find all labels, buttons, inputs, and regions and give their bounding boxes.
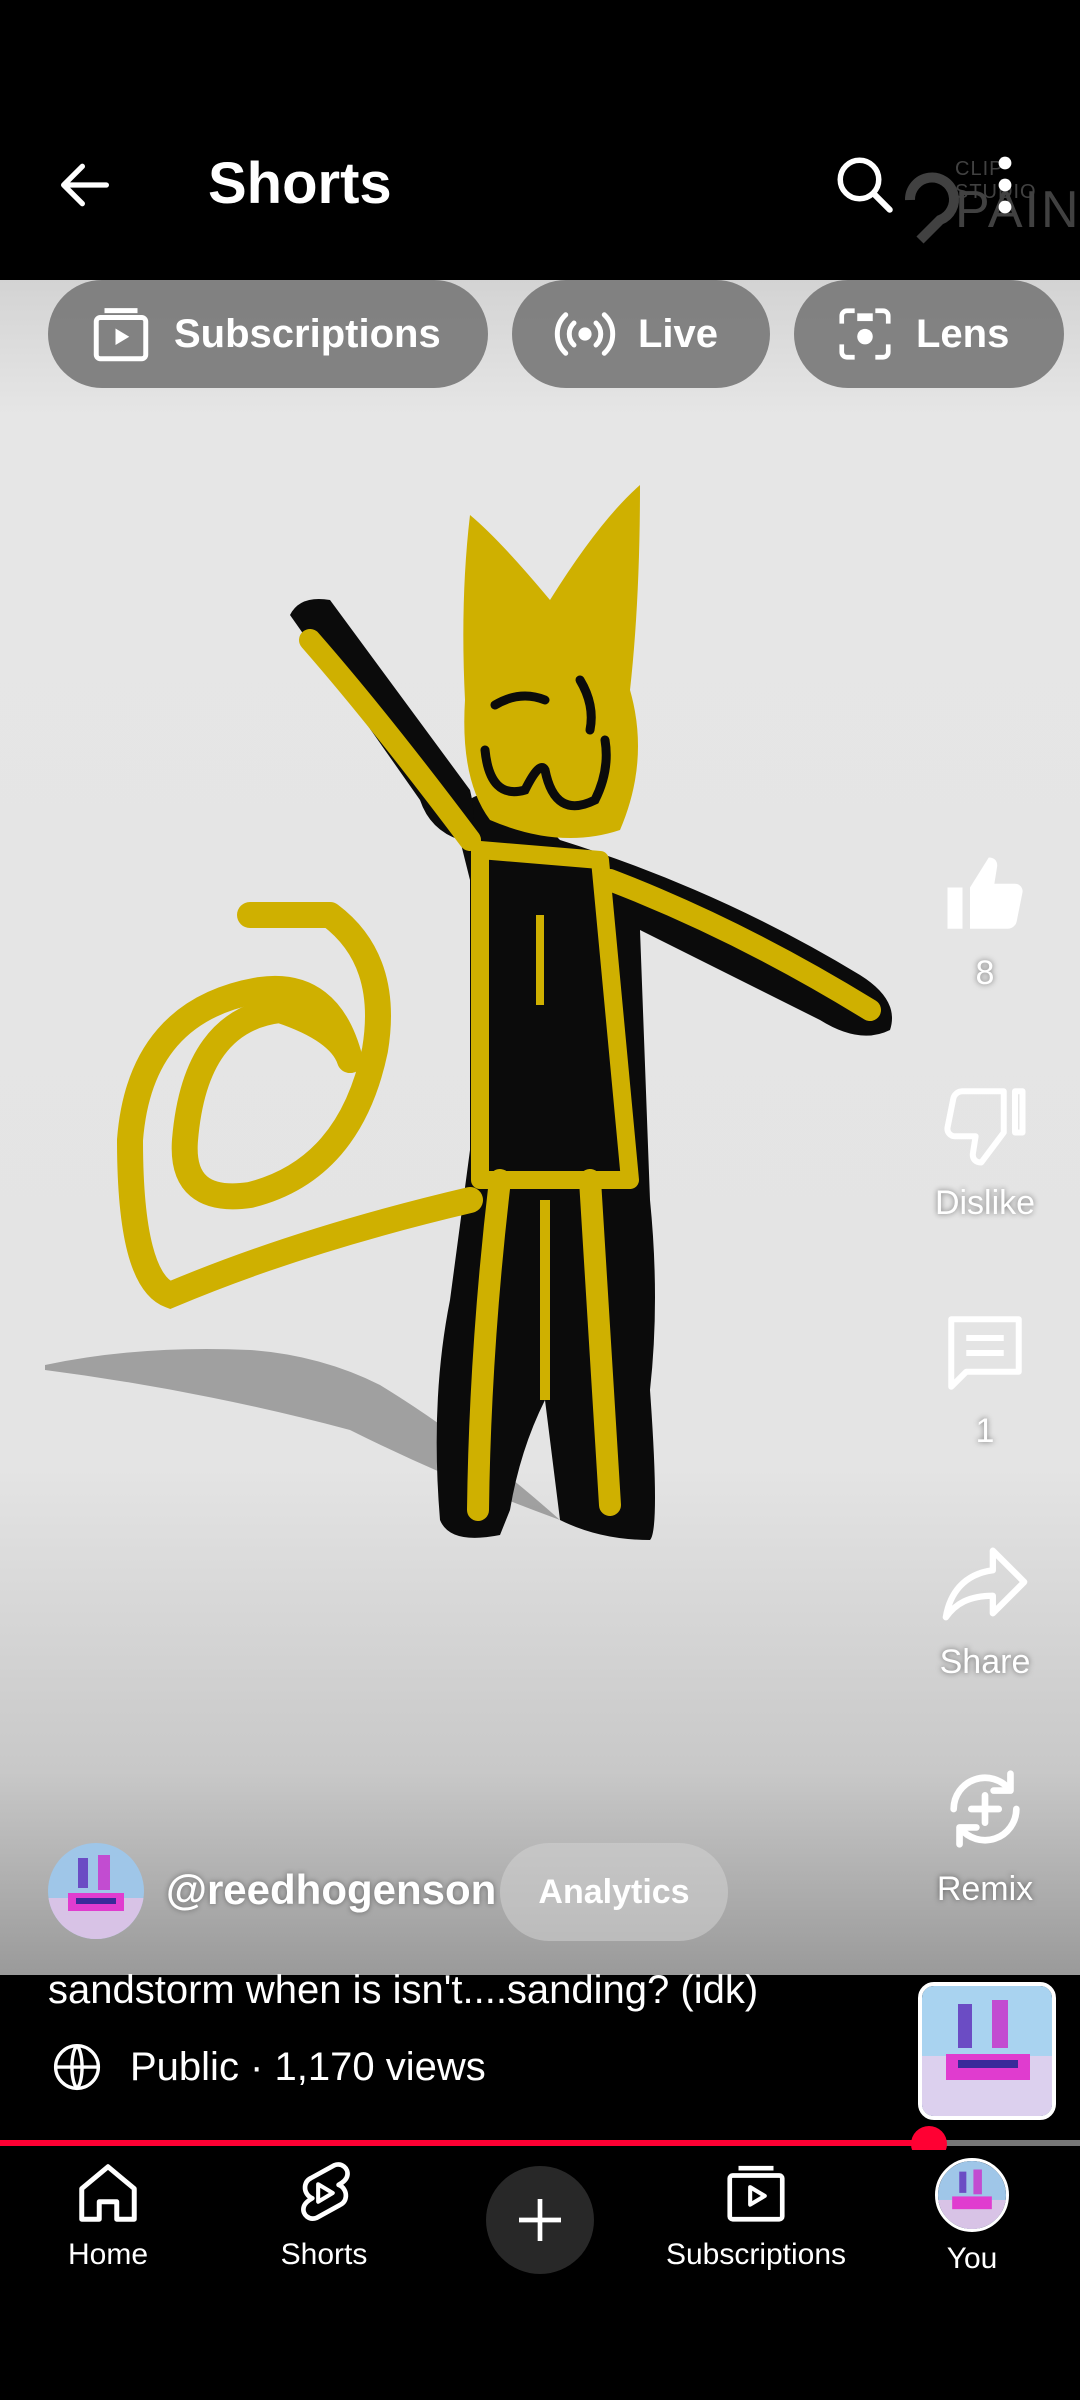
more-vert-icon — [998, 156, 1012, 214]
chip-live[interactable]: Live — [512, 280, 770, 388]
nav-you[interactable]: You — [872, 2158, 1072, 2288]
plus-icon — [519, 2199, 561, 2241]
live-icon — [554, 312, 616, 356]
like-count: 8 — [975, 954, 995, 992]
subscriptions-icon — [93, 308, 149, 362]
remix-icon — [950, 1770, 1020, 1848]
nav-label: Home — [67, 2238, 149, 2271]
visibility-row: Public · 1,170 views — [50, 2040, 486, 2094]
analytics-button[interactable]: Analytics — [500, 1843, 728, 1941]
home-icon — [79, 2164, 137, 2222]
channel-handle[interactable]: @reedhogenson — [166, 1866, 496, 1914]
dislike-button[interactable]: Dislike — [900, 1080, 1070, 1223]
dislike-label: Dislike — [934, 1184, 1036, 1222]
chip-lens[interactable]: Lens — [794, 280, 1064, 388]
remix-button[interactable]: Remix — [900, 1762, 1070, 1909]
nav-label: You — [946, 2242, 998, 2275]
channel-avatar[interactable] — [48, 1843, 144, 1939]
create-button[interactable] — [486, 2166, 594, 2274]
search-icon — [837, 157, 893, 213]
remix-label: Remix — [936, 1870, 1034, 1908]
share-button[interactable]: Share — [900, 1535, 1070, 1682]
chip-label: Lens — [916, 311, 1010, 356]
nav-shorts[interactable]: Shorts — [224, 2158, 424, 2288]
like-button[interactable]: 8 — [900, 850, 1070, 993]
video-caption[interactable]: sandstorm when is isn't....sanding? (idk… — [48, 1968, 758, 2013]
visibility-text: Public · 1,170 views — [130, 2044, 486, 2089]
nav-label: Subscriptions — [665, 2238, 847, 2271]
share-icon — [942, 1547, 1028, 1621]
chip-label: Live — [638, 311, 719, 356]
shorts-icon — [301, 2162, 350, 2221]
lens-icon — [839, 308, 891, 360]
avatar — [935, 2158, 1009, 2232]
comment-icon — [948, 1316, 1022, 1390]
nav-label: Shorts — [280, 2238, 368, 2271]
remix-source-thumbnail[interactable] — [918, 1982, 1056, 2120]
nav-subscriptions[interactable]: Subscriptions — [656, 2158, 856, 2288]
back-button[interactable] — [30, 140, 140, 230]
system-nav-area — [0, 2290, 1080, 2400]
thumbs-up-icon — [947, 857, 1023, 929]
chip-label: Subscriptions — [174, 311, 441, 356]
nav-home[interactable]: Home — [8, 2158, 208, 2288]
page-title: Shorts — [208, 151, 392, 216]
share-label: Share — [939, 1643, 1031, 1681]
subscriptions-icon — [727, 2165, 785, 2222]
more-options-button[interactable] — [975, 140, 1035, 230]
comment-count: 1 — [975, 1412, 995, 1450]
comments-button[interactable]: 1 — [900, 1308, 1070, 1451]
progress-fill — [0, 2140, 929, 2146]
thumbs-down-icon — [944, 1088, 1026, 1166]
arrow-left-icon — [61, 163, 109, 207]
chip-subscriptions[interactable]: Subscriptions — [48, 280, 488, 388]
search-button[interactable] — [820, 140, 910, 230]
globe-icon — [53, 2043, 101, 2091]
